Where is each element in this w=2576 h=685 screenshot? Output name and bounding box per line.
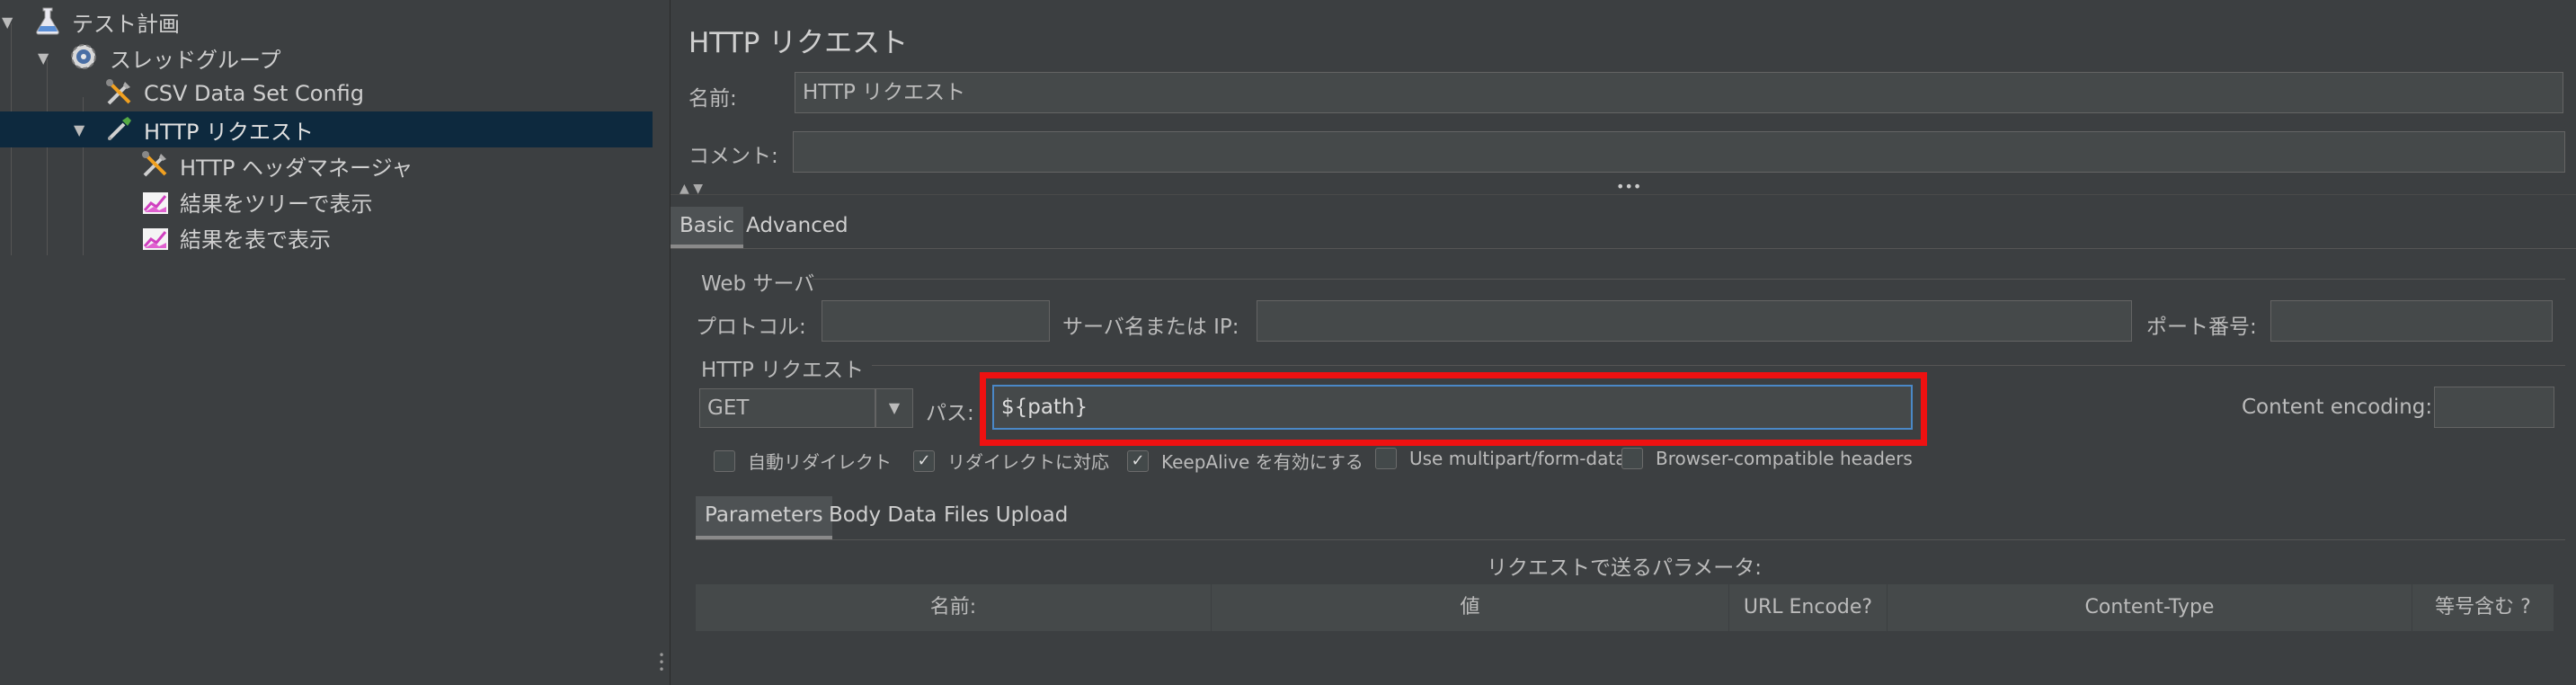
page-title: HTTP リクエスト: [688, 27, 909, 59]
name-label: 名前:: [688, 87, 737, 111]
keepalive-checkbox[interactable]: ✓ KeepAlive を有効にする: [1127, 448, 1364, 474]
tab-advanced[interactable]: Advanced: [737, 207, 857, 245]
chevron-down-icon[interactable]: ▼: [875, 388, 913, 428]
tree-item-label: 結果を表で表示: [180, 227, 331, 253]
expand-arrow-icon[interactable]: ▼: [38, 49, 49, 67]
divider-grip-icon[interactable]: •••: [1616, 178, 1641, 195]
params-caption: リクエストで送るパラメータ:: [1487, 556, 1763, 580]
pipette-icon: [104, 113, 135, 144]
tree-item-test-plan[interactable]: ▼ テスト計画: [0, 4, 653, 40]
column-header-content-type[interactable]: Content-Type: [1888, 584, 2412, 631]
tree-item-view-results-table[interactable]: 結果を表で表示: [0, 219, 653, 255]
tools-icon: [140, 149, 171, 180]
graph-icon: [140, 223, 171, 254]
tab-underline: [671, 248, 2576, 249]
tree-item-label: テスト計画: [72, 11, 180, 37]
server-field[interactable]: [1257, 300, 2132, 342]
test-plan-tree[interactable]: ▼ テスト計画 ▼ スレッドグループ CSV Data Set Config ▼…: [0, 0, 653, 685]
column-header-include-equals[interactable]: 等号含む ?: [2412, 584, 2554, 631]
tree-item-view-results-tree[interactable]: 結果をツリーで表示: [0, 183, 653, 219]
tree-item-label: HTTP リクエスト: [144, 119, 315, 145]
browser-compatible-headers-checkbox[interactable]: Browser-compatible headers: [1621, 448, 1913, 469]
http-request-panel: HTTP リクエスト 名前: HTTP リクエスト コメント: ▲ ▼ ••• …: [671, 0, 2576, 685]
splitter-grip-icon[interactable]: • • •: [657, 650, 666, 679]
http-request-section-title: HTTP リクエスト: [701, 359, 865, 382]
checkbox-empty-icon[interactable]: [714, 449, 735, 472]
column-header-name[interactable]: 名前:: [696, 584, 1212, 631]
subtab-underline: [696, 539, 2565, 540]
checkbox-label: KeepAlive を有効にする: [1161, 451, 1364, 473]
section-line: [813, 279, 2565, 280]
flask-icon: [32, 5, 63, 36]
tree-item-label: 結果をツリーで表示: [180, 191, 373, 217]
checkmark-icon[interactable]: ✓: [1127, 449, 1149, 472]
graph-icon: [140, 187, 171, 218]
comment-label: コメント:: [688, 145, 778, 168]
protocol-field[interactable]: [822, 300, 1050, 342]
tree-item-thread-group[interactable]: ▼ スレッドグループ: [0, 40, 653, 76]
content-encoding-field[interactable]: [2434, 387, 2554, 428]
web-server-section-title: Web サーバ: [701, 272, 815, 296]
checkbox-label: Use multipart/form-data: [1409, 448, 1627, 469]
checkbox-label: リダイレクトに対応: [947, 451, 1109, 473]
tree-item-http-request[interactable]: ▼ HTTP リクエスト: [0, 111, 653, 147]
method-select[interactable]: GET: [699, 388, 875, 428]
column-header-url-encode[interactable]: URL Encode?: [1729, 584, 1888, 631]
comment-field[interactable]: [793, 131, 2565, 173]
tree-item-label: HTTP ヘッダマネージャ: [180, 155, 413, 181]
tab-basic[interactable]: Basic: [671, 207, 743, 248]
protocol-label: プロトコル:: [696, 316, 806, 339]
expand-arrow-icon[interactable]: ▼: [2, 13, 13, 31]
divider: [671, 194, 2576, 195]
server-label: サーバ名または IP:: [1062, 316, 1239, 339]
gear-icon: [68, 41, 99, 72]
checkbox-label: Browser-compatible headers: [1656, 448, 1913, 469]
checkbox-empty-icon[interactable]: [1621, 448, 1643, 469]
auto-redirect-checkbox[interactable]: 自動リダイレクト: [714, 448, 892, 474]
path-field[interactable]: ${path}: [992, 385, 1913, 430]
port-label: ポート番号:: [2146, 316, 2257, 339]
checkmark-icon[interactable]: ✓: [913, 449, 935, 472]
name-field[interactable]: HTTP リクエスト: [795, 72, 2563, 113]
port-field[interactable]: [2270, 300, 2553, 342]
tree-item-csv-data-set-config[interactable]: CSV Data Set Config: [0, 76, 653, 111]
panel-splitter[interactable]: [653, 0, 671, 685]
checkbox-label: 自動リダイレクト: [748, 451, 892, 473]
tab-body-data[interactable]: Body Data: [820, 496, 946, 534]
tools-icon: [104, 77, 135, 108]
tab-files-upload[interactable]: Files Upload: [935, 496, 1077, 534]
column-header-value[interactable]: 値: [1212, 584, 1729, 631]
follow-redirects-checkbox[interactable]: ✓ リダイレクトに対応: [913, 448, 1109, 474]
tab-parameters[interactable]: Parameters: [696, 496, 832, 539]
tree-item-label: スレッドグループ: [110, 47, 281, 73]
tree-item-label: CSV Data Set Config: [144, 81, 365, 106]
tree-item-http-header-manager[interactable]: HTTP ヘッダマネージャ: [0, 147, 653, 183]
section-line: [872, 365, 2565, 366]
content-encoding-label: Content encoding:: [2242, 396, 2433, 419]
expand-arrow-icon[interactable]: ▼: [74, 121, 84, 138]
checkbox-empty-icon[interactable]: [1375, 448, 1397, 469]
multipart-checkbox[interactable]: Use multipart/form-data: [1375, 448, 1626, 469]
path-label: パス:: [926, 402, 974, 425]
